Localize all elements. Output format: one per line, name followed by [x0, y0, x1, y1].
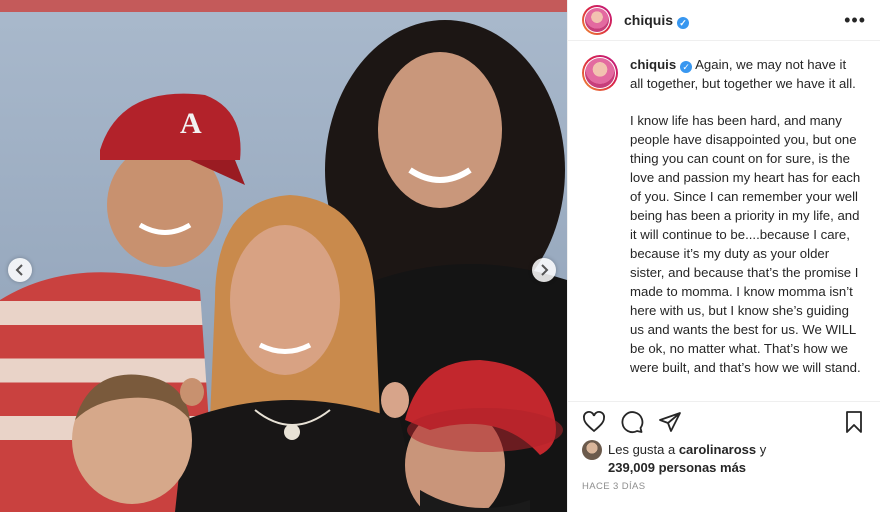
more-horizontal-icon[interactable]: ••• — [844, 11, 866, 29]
caption-paragraph-2: I know life has been hard, and many peop… — [630, 113, 864, 375]
bookmark-icon[interactable] — [842, 410, 866, 434]
post-sidebar: chiquis ✓ ••• chiquis ✓ Again, we may not … — [567, 0, 880, 512]
comment-icon[interactable] — [620, 410, 644, 434]
heart-icon[interactable] — [582, 410, 606, 434]
post-timestamp[interactable]: HACE 3 DÍAS — [582, 481, 646, 492]
instagram-post: A chiquis ✓ ••• chiquis ✓ Again, we may … — [0, 0, 880, 512]
family-photo-image: A — [0, 0, 567, 512]
caption-text: chiquis ✓ Again, we may not have it all t… — [630, 55, 862, 393]
likes-prefix: Les gusta a — [608, 442, 679, 457]
caption-avatar[interactable] — [582, 55, 618, 91]
likes-text: Les gusta a carolinaross y 239,009 perso… — [608, 441, 766, 477]
liker-username-link[interactable]: carolinaross — [679, 442, 756, 457]
carousel-prev-button[interactable] — [8, 258, 32, 282]
post-photo[interactable]: A — [0, 0, 567, 512]
avatar[interactable] — [582, 5, 612, 35]
carousel-next-button[interactable] — [532, 258, 556, 282]
likes-mid: y — [756, 442, 767, 457]
header-username[interactable]: chiquis ✓ — [624, 12, 690, 29]
post-header: chiquis ✓ ••• — [568, 0, 880, 41]
chevron-right-icon — [541, 264, 549, 276]
liker-avatar[interactable] — [582, 440, 602, 460]
verified-badge-icon: ✓ — [677, 16, 690, 29]
caption-username[interactable]: chiquis — [630, 57, 676, 72]
likes-summary: Les gusta a carolinaross y 239,009 perso… — [582, 440, 866, 477]
verified-badge-icon: ✓ — [680, 61, 693, 73]
share-icon[interactable] — [658, 410, 682, 434]
caption-scroll-area[interactable]: chiquis ✓ Again, we may not have it all t… — [568, 55, 880, 393]
username-link[interactable]: chiquis — [624, 12, 673, 28]
caption: chiquis ✓ Again, we may not have it all t… — [568, 55, 880, 393]
action-bar — [568, 401, 880, 442]
likes-count-link[interactable]: 239,009 personas más — [608, 460, 746, 475]
svg-text:A: A — [180, 107, 202, 140]
chevron-left-icon — [15, 264, 23, 276]
